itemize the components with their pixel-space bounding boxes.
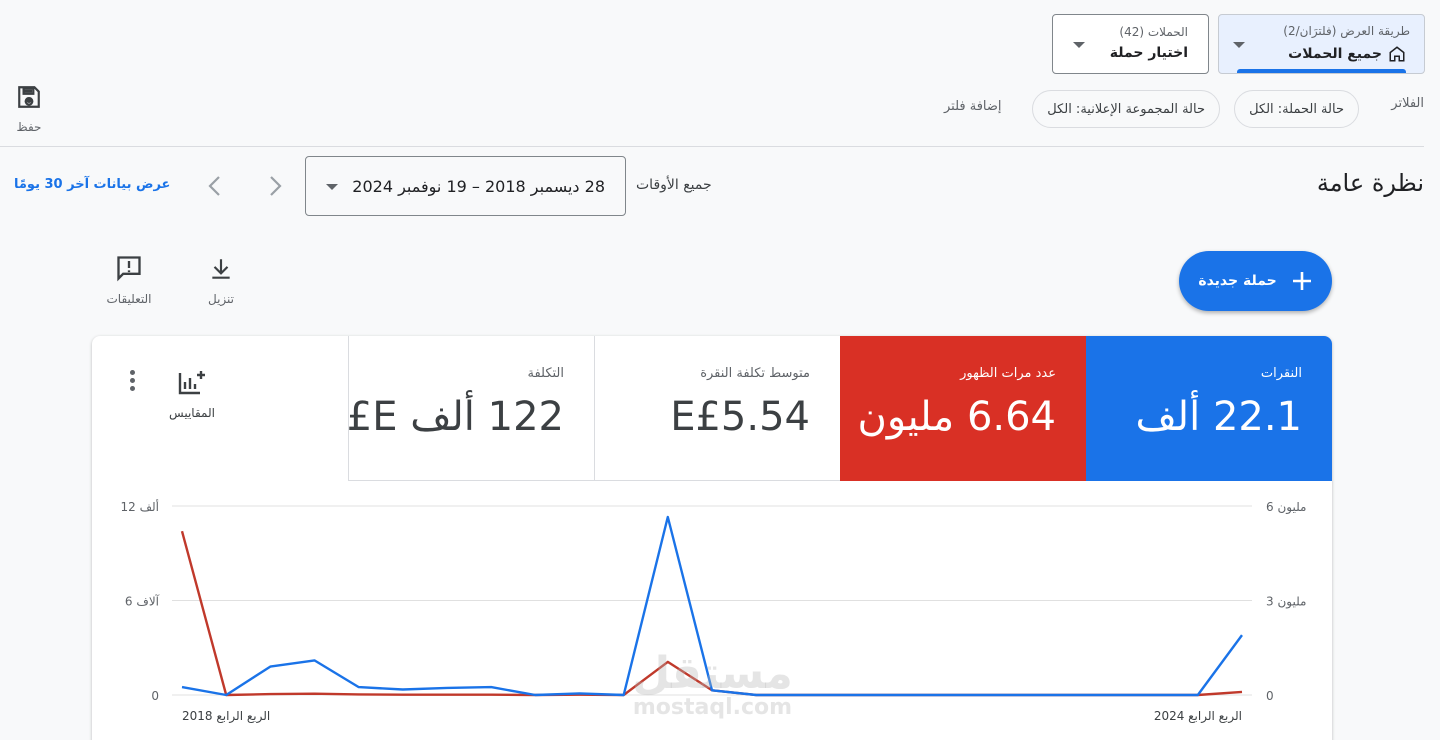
feedback-button[interactable]: التعليقات — [104, 254, 154, 306]
y-left-tick-label: 6 آلاف — [125, 594, 160, 609]
next-period-button[interactable] — [264, 172, 286, 200]
chevron-right-icon — [270, 176, 282, 196]
floppy-disk-icon — [18, 86, 40, 108]
chevron-down-icon — [1233, 42, 1245, 48]
new-campaign-button[interactable]: حملة جديدة — [1179, 251, 1332, 311]
filter-chip-campaign-status[interactable]: حالة الحملة: الكل — [1234, 90, 1359, 128]
plus-icon — [1292, 272, 1311, 290]
home-icon — [1389, 46, 1405, 62]
add-filter-link[interactable]: إضافة فلتر — [944, 99, 1002, 114]
watermark-text: مستقل — [632, 648, 793, 699]
y-right-tick-label: 0 — [1266, 689, 1274, 703]
view-mode-label: طريقة العرض (فلترَان/2) — [1283, 24, 1410, 38]
download-button[interactable]: تنزيل — [200, 256, 242, 306]
watermark-url: mostaql.com — [632, 695, 793, 720]
save-label: حفظ — [16, 120, 42, 134]
filters-title: الفلاتر — [1391, 96, 1424, 111]
view-mode-value: جميع الحملات — [1288, 45, 1406, 63]
x-tick-label: الربع الرابع 2024 — [1154, 709, 1242, 724]
y-right-tick-label: 6 مليون — [1266, 500, 1307, 515]
download-label: تنزيل — [207, 292, 234, 306]
selected-indicator — [1237, 69, 1406, 73]
view-mode-value-text: جميع الحملات — [1288, 46, 1382, 62]
campaign-picker[interactable]: الحملات (42) اختيار حملة — [1052, 14, 1209, 74]
date-range-label: جميع الأوقات — [636, 177, 712, 193]
feedback-icon — [117, 256, 141, 282]
y-left-tick-label: 12 ألف — [120, 499, 159, 514]
date-range-picker[interactable]: 28 ديسمبر 2018 – 19 نوفمبر 2024 — [305, 156, 626, 216]
y-right-tick-label: 3 مليون — [1266, 595, 1307, 610]
download-icon — [212, 259, 230, 279]
last-30-days-link[interactable]: عرض بيانات آخر 30 يومًا — [14, 177, 170, 192]
campaign-picker-value: اختيار حملة — [1109, 45, 1188, 61]
filter-chip-adgroup-status[interactable]: حالة المجموعة الإعلانية: الكل — [1032, 90, 1220, 128]
performance-card: النقرات 22.1 ألف عدد مرات الظهور 6.64 مل… — [92, 336, 1332, 740]
previous-period-button[interactable] — [204, 172, 226, 200]
y-left-tick-label: 0 — [151, 689, 159, 703]
divider — [0, 146, 1424, 147]
watermark: مستقل mostaql.com — [632, 648, 793, 720]
campaign-picker-label: الحملات (42) — [1119, 25, 1188, 39]
x-tick-label: الربع الرابع 2018 — [182, 709, 270, 724]
chevron-down-icon — [1073, 42, 1085, 48]
view-mode-selector[interactable]: طريقة العرض (فلترَان/2) جميع الحملات — [1218, 14, 1425, 74]
page-title: نظرة عامة — [1316, 169, 1424, 197]
chevron-down-icon — [326, 184, 338, 190]
new-campaign-label: حملة جديدة — [1198, 273, 1277, 289]
feedback-label: التعليقات — [106, 292, 152, 306]
date-range-value: 28 ديسمبر 2018 – 19 نوفمبر 2024 — [352, 177, 605, 196]
save-button[interactable]: حفظ — [14, 84, 44, 134]
chevron-left-icon — [208, 176, 220, 196]
